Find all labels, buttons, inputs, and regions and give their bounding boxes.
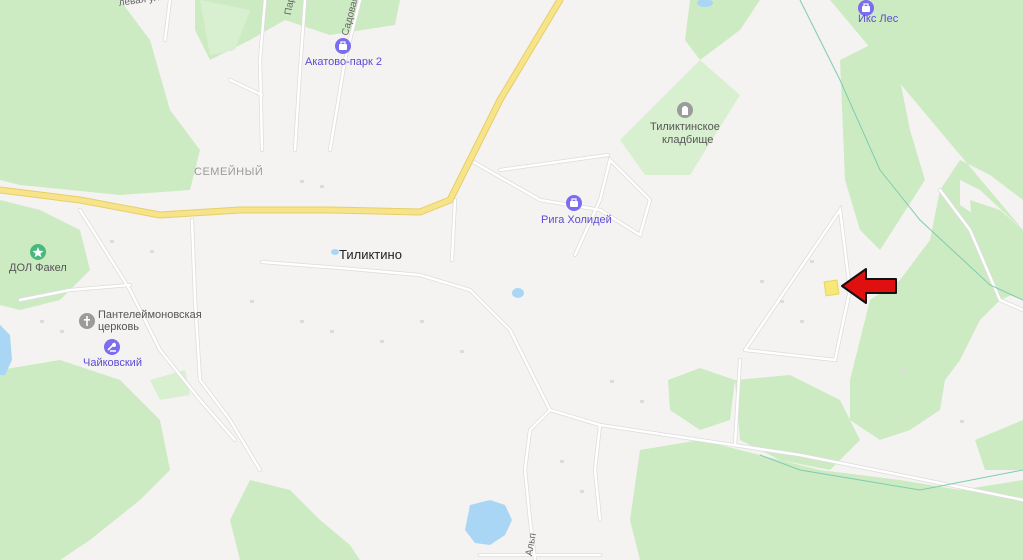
poi-label-church-line2[interactable]: церковь	[98, 321, 139, 333]
poi-label-chaikovsky[interactable]: Чайковский	[83, 357, 142, 369]
poi-label-church-line1[interactable]: Пантелеймоновская	[98, 309, 202, 321]
poi-label-riga[interactable]: Рига Холидей	[541, 214, 612, 226]
hotel-icon[interactable]	[335, 38, 351, 54]
poi-label-dol[interactable]: ДОЛ Факел	[9, 262, 67, 274]
cemetery-icon[interactable]	[677, 102, 693, 118]
settlement-label[interactable]: Тиликтино	[339, 247, 402, 262]
district-label: СЕМЕЙНЫЙ	[194, 166, 264, 178]
map-base-layer	[0, 0, 1023, 560]
highlighted-plot	[823, 279, 840, 297]
poi-label-iks-les[interactable]: Икс Лес	[858, 13, 898, 25]
map-canvas[interactable]: Акатово-парк 2 Икс Лес Тиликтинское клад…	[0, 0, 1023, 560]
hotel-icon[interactable]	[566, 195, 582, 211]
resort-icon[interactable]	[104, 339, 120, 355]
poi-label-akatovo[interactable]: Акатово-парк 2	[305, 56, 382, 68]
church-icon[interactable]	[79, 313, 95, 329]
poi-label-cemetery-line2[interactable]: кладбище	[662, 134, 713, 146]
camp-icon[interactable]	[30, 244, 46, 260]
poi-label-cemetery-line1[interactable]: Тиликтинское	[650, 121, 720, 133]
